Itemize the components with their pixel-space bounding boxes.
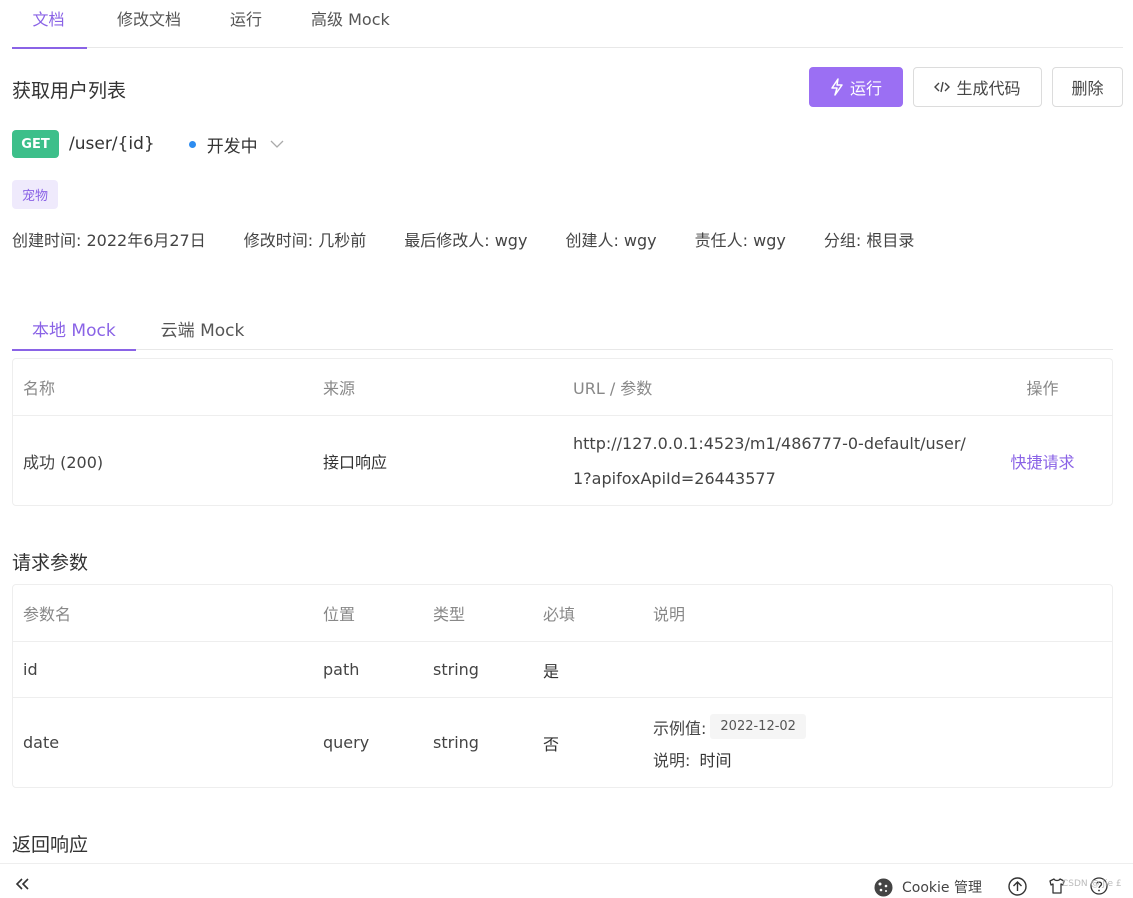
mock-tabs: 本地 Mock 云端 Mock xyxy=(12,308,1113,351)
tab-docs[interactable]: 文档 xyxy=(12,0,87,49)
cookie-manager-button[interactable]: Cookie 管理 xyxy=(874,877,982,897)
page-title: 获取用户列表 xyxy=(12,80,127,102)
arrow-up-circle-icon[interactable] xyxy=(1008,877,1027,898)
delete-button[interactable]: 删除 xyxy=(1052,67,1123,107)
param-type: string xyxy=(433,660,479,679)
run-button-label: 运行 xyxy=(849,79,882,98)
param-description xyxy=(643,642,1103,697)
header-required: 必填 xyxy=(543,605,576,624)
param-type: string xyxy=(433,733,479,752)
meta-info: 创建时间: 2022年6月27日 修改时间: 几秒前 最后修改人: wgy 创建… xyxy=(12,227,952,251)
mock-url[interactable]: http://127.0.0.1:4523/m1/486777-0-defaul… xyxy=(563,416,973,505)
response-section-title: 返回响应 xyxy=(12,834,89,856)
params-section-title: 请求参数 xyxy=(12,552,89,574)
tab-run[interactable]: 运行 xyxy=(230,0,262,48)
header-url: URL / 参数 xyxy=(573,379,653,398)
param-description: 示例值: 2022-12-02 说明: 时间 xyxy=(643,698,1103,787)
mock-name: 成功 (200) xyxy=(23,452,104,472)
watermark: CSDN @ Jie £ xyxy=(1062,879,1122,889)
param-location: path xyxy=(323,660,360,679)
table-header-row: 名称 来源 URL / 参数 操作 xyxy=(13,359,1112,415)
example-label: 示例值: xyxy=(653,718,707,738)
param-name: date xyxy=(23,733,60,752)
method-badge: GET xyxy=(12,130,59,158)
example-value: 2022-12-02 xyxy=(710,714,806,739)
header-source: 来源 xyxy=(323,379,356,398)
header-location: 位置 xyxy=(323,605,356,624)
meta-creator: 创建人: wgy xyxy=(565,231,657,250)
description-value: 时间 xyxy=(699,751,732,770)
header-name: 名称 xyxy=(23,379,56,398)
params-table: 参数名 位置 类型 必填 说明 id path string 是 date qu… xyxy=(12,584,1113,788)
description-row: 说明: 时间 xyxy=(653,747,732,771)
status-dot xyxy=(188,140,196,148)
tab-local-mock[interactable]: 本地 Mock xyxy=(12,308,136,351)
generate-code-label: 生成代码 xyxy=(956,79,1021,98)
generate-code-button[interactable]: 生成代码 xyxy=(913,67,1042,107)
quick-request-link[interactable]: 快捷请求 xyxy=(973,416,1112,505)
cookie-icon xyxy=(874,878,893,897)
top-tabs: 文档 修改文档 运行 高级 Mock xyxy=(12,0,1123,49)
mock-url-line2: 1?apifoxApiId=26443577 xyxy=(573,468,776,488)
chevron-down-icon[interactable] xyxy=(270,140,284,149)
mock-source: 接口响应 xyxy=(323,452,388,472)
header-param-name: 参数名 xyxy=(23,605,72,624)
tab-edit-docs[interactable]: 修改文档 xyxy=(117,0,181,48)
description-label: 说明: xyxy=(653,751,691,770)
meta-owner: 责任人: wgy xyxy=(694,231,786,250)
endpoint-path: /user/{id} xyxy=(69,134,155,154)
code-icon xyxy=(934,80,951,94)
collapse-icon[interactable] xyxy=(14,876,30,894)
tab-cloud-mock[interactable]: 云端 Mock xyxy=(136,308,265,350)
param-required: 是 xyxy=(543,661,560,681)
table-row: id path string 是 xyxy=(13,641,1112,697)
footer-bar: Cookie 管理 CSDN @ Jie £ xyxy=(0,863,1133,898)
meta-created: 创建时间: 2022年6月27日 xyxy=(12,231,206,250)
meta-modified: 修改时间: 几秒前 xyxy=(243,231,367,250)
table-row: date query string 否 示例值: 2022-12-02 说明: … xyxy=(13,697,1112,787)
header-action: 操作 xyxy=(1026,379,1059,398)
header-type: 类型 xyxy=(433,605,466,624)
cookie-manager-label: Cookie 管理 xyxy=(902,880,982,896)
header-description: 说明 xyxy=(653,605,686,624)
tag-badge: 宠物 xyxy=(12,180,59,209)
run-button[interactable]: 运行 xyxy=(809,67,903,107)
param-location: query xyxy=(323,733,370,752)
mock-table: 名称 来源 URL / 参数 操作 成功 (200) 接口响应 http://1… xyxy=(12,358,1113,506)
lightning-icon xyxy=(830,78,844,96)
mock-url-line1: http://127.0.0.1:4523/m1/486777-0-defaul… xyxy=(573,433,966,453)
tab-advanced-mock[interactable]: 高级 Mock xyxy=(311,0,390,48)
action-buttons: 运行 生成代码 删除 xyxy=(809,67,1123,107)
param-required: 否 xyxy=(543,734,560,754)
param-name: id xyxy=(23,660,38,679)
endpoint-row: GET /user/{id} 开发中 xyxy=(12,130,284,158)
status-select[interactable]: 开发中 xyxy=(207,132,258,157)
meta-last-editor: 最后修改人: wgy xyxy=(404,231,528,250)
table-row: 成功 (200) 接口响应 http://127.0.0.1:4523/m1/4… xyxy=(13,415,1112,505)
example-row: 示例值: 2022-12-02 xyxy=(653,714,806,739)
table-header-row: 参数名 位置 类型 必填 说明 xyxy=(13,585,1112,641)
meta-group: 分组: 根目录 xyxy=(823,231,915,250)
